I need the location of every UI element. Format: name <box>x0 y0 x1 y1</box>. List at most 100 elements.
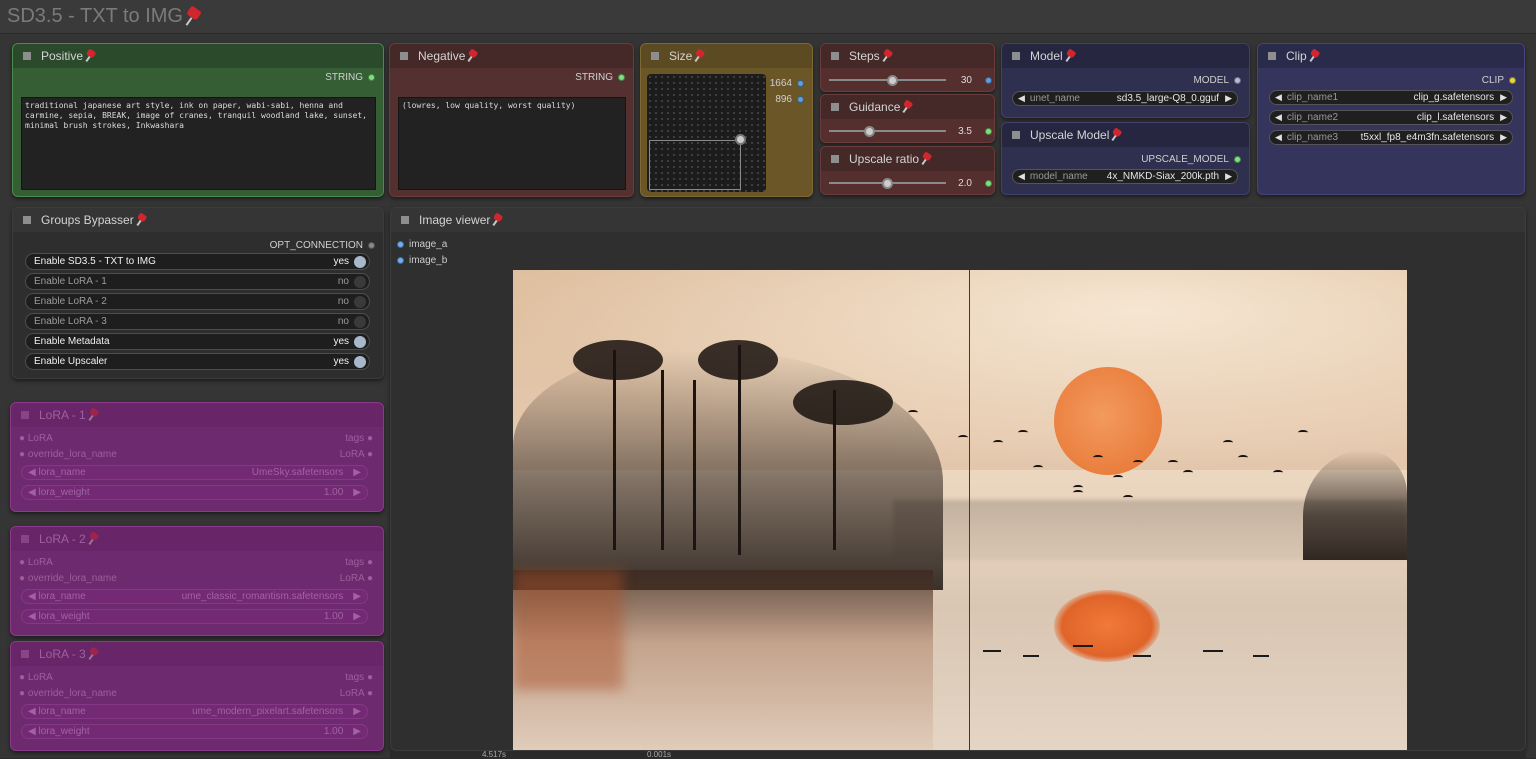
slider-track[interactable] <box>829 130 946 132</box>
input-socket-icon[interactable] <box>397 241 404 248</box>
toggle-enable-lora-2[interactable]: Enable LoRA - 2 no <box>25 293 370 310</box>
upscale-model-node[interactable]: Upscale Model UPSCALE_MODEL ◀ model_name 4… <box>1001 122 1250 195</box>
negative-output[interactable]: STRING <box>390 68 633 86</box>
toggle-enable-lora-3[interactable]: Enable LoRA - 3 no <box>25 313 370 330</box>
input-socket-icon[interactable] <box>397 257 404 264</box>
collapse-icon[interactable] <box>21 411 29 419</box>
output-socket-icon[interactable] <box>985 76 992 84</box>
guidance-slider[interactable]: 3.5 <box>821 124 994 138</box>
collapse-icon[interactable] <box>831 103 839 111</box>
lora-3-input-lora[interactable]: ● LoRA <box>19 672 53 683</box>
toggle-enable-sd35[interactable]: Enable SD3.5 - TXT to IMG yes <box>25 253 370 270</box>
groups-bypasser-node-title[interactable]: Groups Bypasser <box>13 208 383 232</box>
combo-next-icon[interactable]: ▶ <box>353 591 361 602</box>
number-dec-icon[interactable]: ◀ <box>28 487 36 498</box>
collapse-icon[interactable] <box>831 52 839 60</box>
output-socket-icon[interactable] <box>368 241 375 249</box>
upscale-ratio-node-title[interactable]: Upscale ratio <box>821 147 994 171</box>
clip-name3-combo[interactable]: ◀ clip_name3 t5xxl_fp8_e4m3fn.safetensors ▶ <box>1269 130 1513 145</box>
upscale-ratio-node[interactable]: Upscale ratio 2.0 <box>820 146 995 195</box>
output-socket-icon[interactable] <box>985 179 992 187</box>
collapse-icon[interactable] <box>651 52 659 60</box>
clip-output[interactable]: CLIP <box>1258 71 1524 89</box>
combo-prev-icon[interactable]: ◀ <box>1275 92 1282 103</box>
lora-3-input-override[interactable]: ● override_lora_name <box>19 688 117 699</box>
lora-1-input-lora[interactable]: ● LoRA <box>19 433 53 444</box>
group-header[interactable]: SD3.5 - TXT to IMG <box>0 0 1536 34</box>
output-socket-icon[interactable] <box>1509 76 1516 84</box>
guidance-slider-knob[interactable] <box>863 125 875 137</box>
output-socket-icon[interactable] <box>797 95 804 103</box>
comparison-image[interactable] <box>513 270 1407 750</box>
lora-1-node-title[interactable]: LoRA - 1 <box>11 403 383 427</box>
upscale-model-node-title[interactable]: Upscale Model <box>1002 123 1249 147</box>
steps-node-title[interactable]: Steps <box>821 44 994 68</box>
combo-prev-icon[interactable]: ◀ <box>1018 171 1025 182</box>
number-dec-icon[interactable]: ◀ <box>28 726 36 737</box>
collapse-icon[interactable] <box>400 52 408 60</box>
negative-prompt-textarea[interactable]: (lowres, low quality, worst quality) <box>398 97 626 190</box>
negative-node-title[interactable]: Negative <box>390 44 633 68</box>
lora-2-input-lora[interactable]: ● LoRA <box>19 557 53 568</box>
size-height-output[interactable]: 896 <box>767 90 812 108</box>
size-selection-rect[interactable] <box>649 140 741 190</box>
lora-1-output-lora[interactable]: LoRA ● <box>340 449 373 460</box>
combo-prev-icon[interactable]: ◀ <box>28 706 36 717</box>
collapse-icon[interactable] <box>831 155 839 163</box>
number-inc-icon[interactable]: ▶ <box>353 487 361 498</box>
model-node-title[interactable]: Model <box>1002 44 1249 68</box>
lora-3-node[interactable]: LoRA - 3 ● LoRA tags ● ● override_lora_n… <box>10 641 384 751</box>
steps-slider-knob[interactable] <box>887 74 899 86</box>
lora-1-weight-field[interactable]: ◀ lora_weight 1.00 ▶ <box>21 485 368 500</box>
positive-prompt-textarea[interactable]: traditional japanese art style, ink on p… <box>21 97 376 190</box>
collapse-icon[interactable] <box>1012 131 1020 139</box>
lora-2-node[interactable]: LoRA - 2 ● LoRA tags ● ● override_lora_n… <box>10 526 384 636</box>
toggle-enable-metadata[interactable]: Enable Metadata yes <box>25 333 370 350</box>
lora-2-input-override[interactable]: ● override_lora_name <box>19 573 117 584</box>
size-canvas-widget[interactable] <box>647 74 766 192</box>
image-viewer-node[interactable]: Image viewer image_a image_b <box>390 207 1526 751</box>
combo-prev-icon[interactable]: ◀ <box>28 467 36 478</box>
output-socket-icon[interactable] <box>985 127 992 135</box>
lora-1-name-combo[interactable]: ◀ lora_name UmeSky.safetensors ▶ <box>21 465 368 480</box>
clip-name2-combo[interactable]: ◀ clip_name2 clip_l.safetensors ▶ <box>1269 110 1513 125</box>
collapse-icon[interactable] <box>21 535 29 543</box>
combo-next-icon[interactable]: ▶ <box>1500 132 1507 143</box>
output-socket-icon[interactable] <box>797 79 804 87</box>
positive-node[interactable]: Positive STRING traditional japanese art… <box>12 43 384 197</box>
steps-slider[interactable]: 30 <box>821 73 994 87</box>
combo-prev-icon[interactable]: ◀ <box>1275 132 1282 143</box>
compare-divider[interactable] <box>969 270 970 750</box>
upscale-model-name-combo[interactable]: ◀ model_name 4x_NMKD-Siax_200k.pth ▶ <box>1012 169 1238 184</box>
lora-1-node[interactable]: LoRA - 1 ● LoRA tags ● ● override_lora_n… <box>10 402 384 512</box>
combo-next-icon[interactable]: ▶ <box>1225 93 1232 104</box>
unet-name-combo[interactable]: ◀ unet_name sd3.5_large-Q8_0.gguf ▶ <box>1012 91 1238 106</box>
upscale-ratio-slider-knob[interactable] <box>881 177 893 189</box>
image-viewer-node-title[interactable]: Image viewer <box>391 208 1525 232</box>
collapse-icon[interactable] <box>1268 52 1276 60</box>
lora-3-node-title[interactable]: LoRA - 3 <box>11 642 383 666</box>
toggle-enable-upscaler[interactable]: Enable Upscaler yes <box>25 353 370 370</box>
positive-node-title[interactable]: Positive <box>13 44 383 68</box>
guidance-node-title[interactable]: Guidance <box>821 95 994 119</box>
groups-bypasser-node[interactable]: Groups Bypasser OPT_CONNECTION Enable SD… <box>12 207 384 379</box>
graph-canvas[interactable]: SD3.5 - TXT to IMG Positive STRING tradi… <box>0 0 1536 759</box>
upscale-ratio-slider[interactable]: 2.0 <box>821 176 994 190</box>
lora-3-weight-field[interactable]: ◀ lora_weight 1.00 ▶ <box>21 724 368 739</box>
output-socket-icon[interactable] <box>1234 155 1241 163</box>
steps-node[interactable]: Steps 30 <box>820 43 995 92</box>
number-inc-icon[interactable]: ▶ <box>353 611 361 622</box>
combo-next-icon[interactable]: ▶ <box>1225 171 1232 182</box>
combo-next-icon[interactable]: ▶ <box>353 467 361 478</box>
size-handle[interactable] <box>735 134 746 145</box>
model-node[interactable]: Model MODEL ◀ unet_name sd3.5_large-Q8_0.g… <box>1001 43 1250 118</box>
lora-3-name-combo[interactable]: ◀ lora_name ume_modern_pixelart.safetenso… <box>21 704 368 719</box>
lora-1-input-override[interactable]: ● override_lora_name <box>19 449 117 460</box>
clip-node[interactable]: Clip CLIP ◀ clip_name1 clip_g.safetensors ▶… <box>1257 43 1525 195</box>
combo-prev-icon[interactable]: ◀ <box>1018 93 1025 104</box>
lora-2-output-lora[interactable]: LoRA ● <box>340 573 373 584</box>
combo-next-icon[interactable]: ▶ <box>353 706 361 717</box>
collapse-icon[interactable] <box>1012 52 1020 60</box>
negative-node[interactable]: Negative STRING (lowres, low quality, wo… <box>389 43 634 197</box>
lora-2-output-tags[interactable]: tags ● <box>345 557 373 568</box>
